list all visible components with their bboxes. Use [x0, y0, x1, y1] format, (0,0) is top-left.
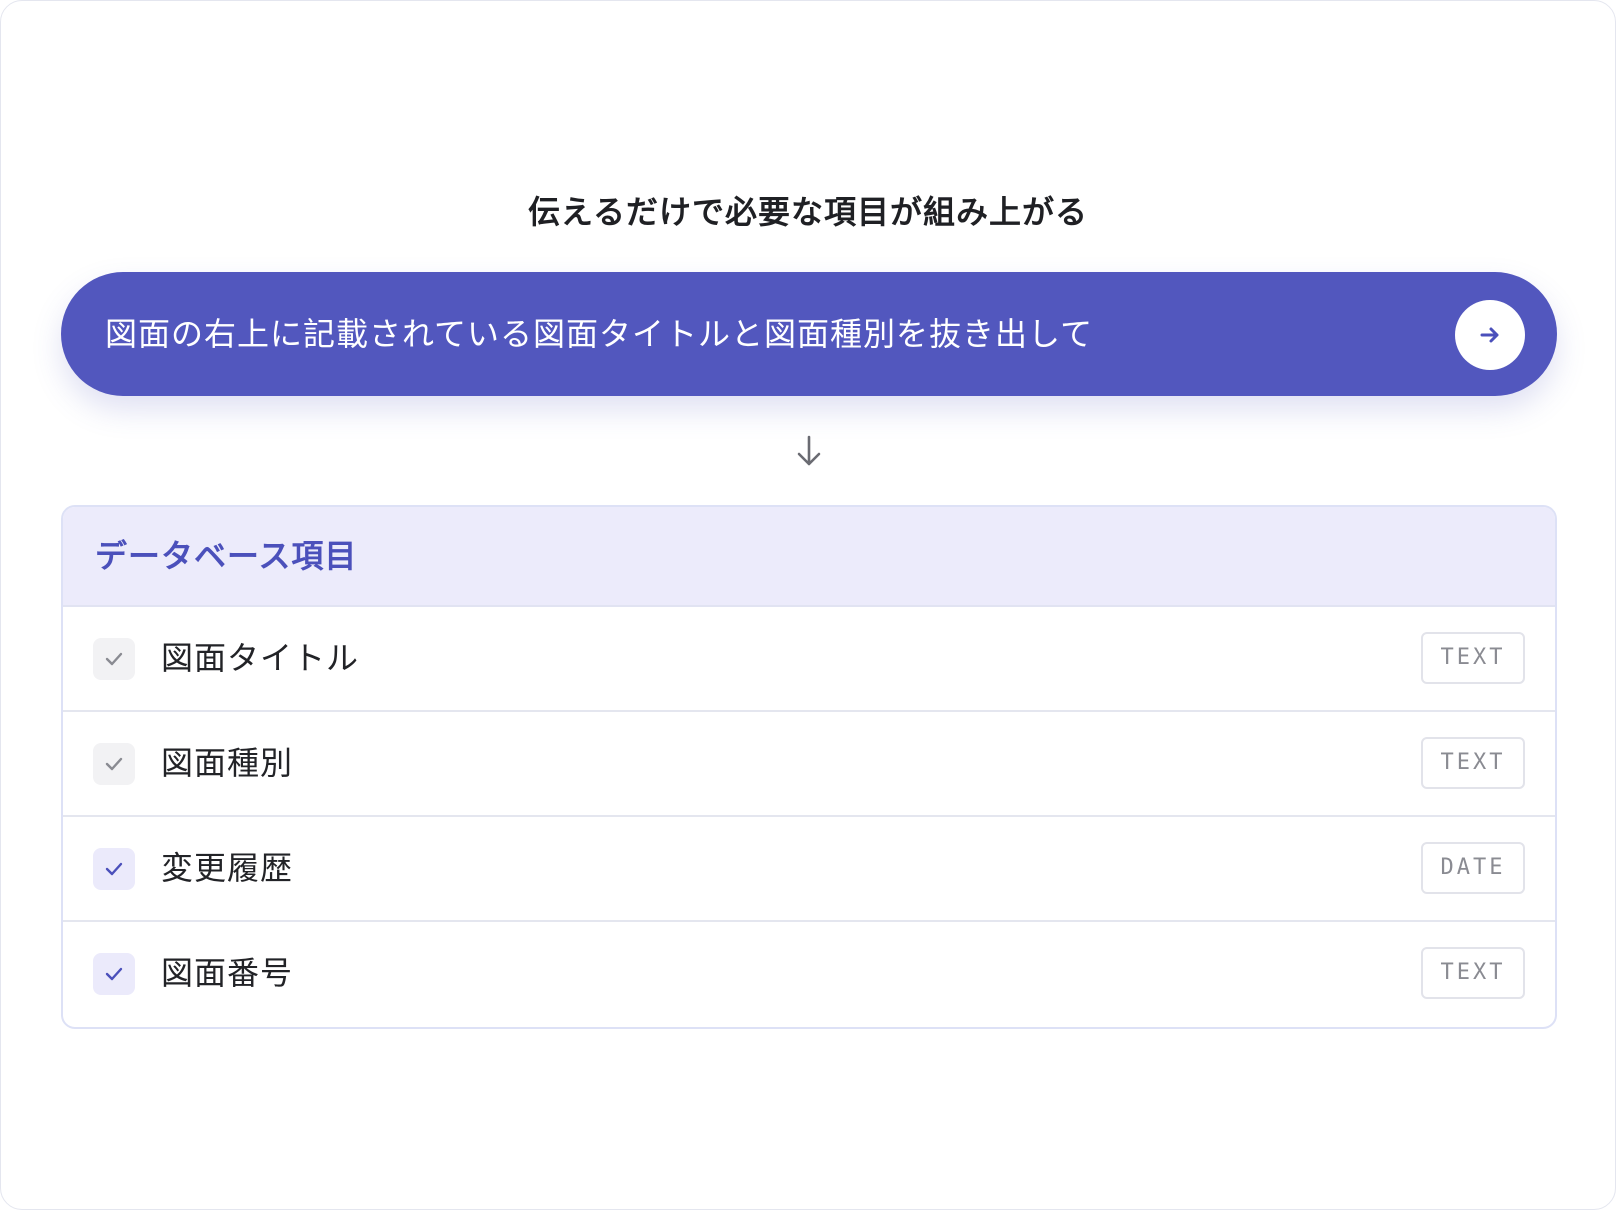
- field-label: 図面種別: [161, 744, 294, 782]
- database-fields-card: データベース項目 図面タイトル TEXT 図面種別 TEXT 変更履歴 DATE…: [61, 505, 1557, 1029]
- check-icon: [105, 967, 123, 981]
- prompt-text: 図面の右上に記載されている図面タイトルと図面種別を抜き出して: [105, 315, 1094, 353]
- field-label: 図面タイトル: [161, 639, 360, 677]
- field-type-badge: TEXT: [1421, 947, 1525, 999]
- field-checkbox[interactable]: [93, 848, 135, 890]
- field-label: 変更履歴: [161, 849, 294, 887]
- arrow-down-icon: [797, 435, 821, 466]
- field-type-badge: TEXT: [1421, 737, 1525, 789]
- field-row[interactable]: 図面種別 TEXT: [63, 712, 1555, 817]
- field-label: 図面番号: [161, 954, 294, 992]
- field-row[interactable]: 図面タイトル TEXT: [63, 607, 1555, 712]
- prompt-bar[interactable]: 図面の右上に記載されている図面タイトルと図面種別を抜き出して: [61, 272, 1557, 396]
- field-checkbox[interactable]: [93, 953, 135, 995]
- check-icon: [105, 862, 123, 876]
- database-title: データベース項目: [95, 537, 358, 575]
- field-checkbox[interactable]: [93, 638, 135, 680]
- field-row[interactable]: 変更履歴 DATE: [63, 817, 1555, 922]
- field-type-badge: TEXT: [1421, 632, 1525, 684]
- database-header: データベース項目: [63, 507, 1555, 607]
- send-button[interactable]: [1455, 300, 1525, 370]
- field-row[interactable]: 図面番号 TEXT: [63, 922, 1555, 1027]
- check-icon: [105, 757, 123, 771]
- page-headline: 伝えるだけで必要な項目が組み上がる: [527, 193, 1089, 231]
- check-icon: [105, 652, 123, 666]
- field-type-badge: DATE: [1421, 842, 1525, 894]
- app-frame: 伝えるだけで必要な項目が組み上がる 図面の右上に記載されている図面タイトルと図面…: [0, 0, 1616, 1210]
- arrow-right-icon: [1480, 327, 1499, 343]
- field-checkbox[interactable]: [93, 743, 135, 785]
